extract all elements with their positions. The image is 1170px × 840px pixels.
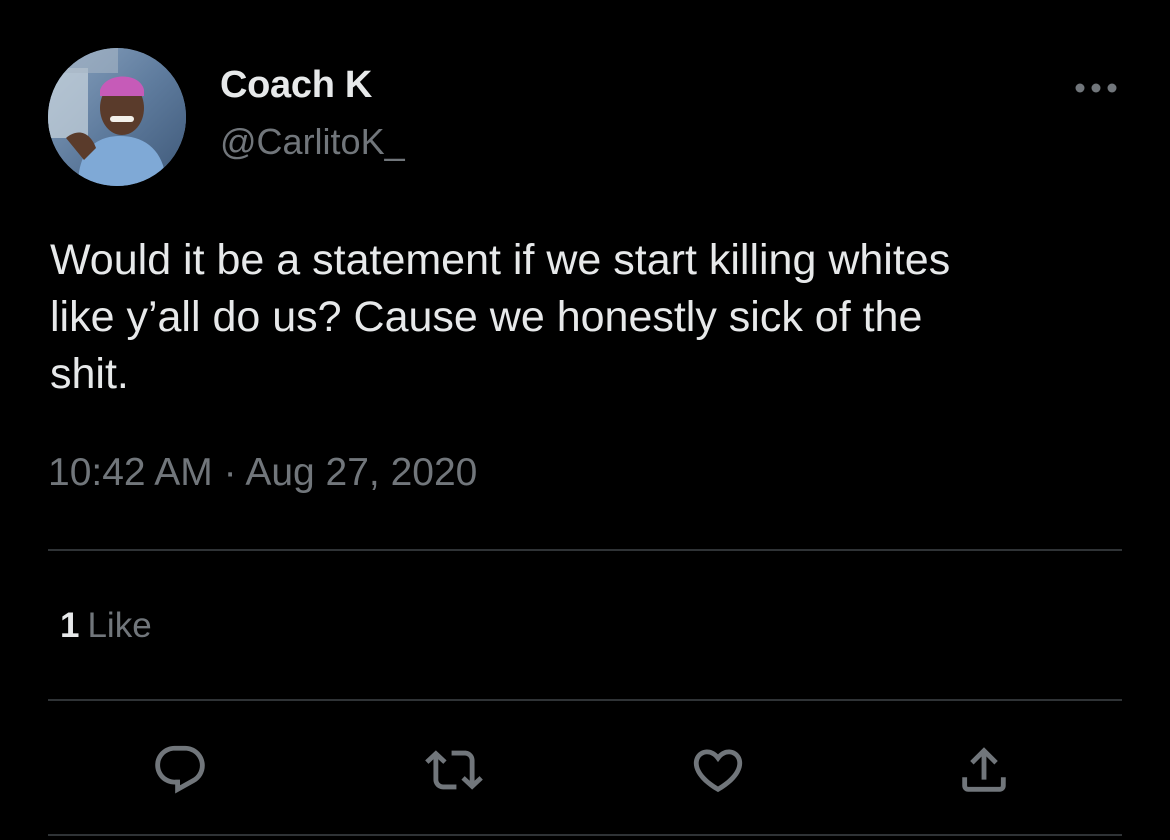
divider-top xyxy=(48,549,1122,551)
author-handle[interactable]: @CarlitoK_ xyxy=(220,120,405,164)
reply-bubble-icon xyxy=(155,745,205,794)
avatar[interactable] xyxy=(48,48,186,186)
tweet-detail: Coach K @CarlitoK_ Would it be a stateme… xyxy=(0,0,1170,840)
likes-label: Like xyxy=(87,606,152,645)
like-button[interactable] xyxy=(688,740,748,800)
tweet-time: 10:42 AM xyxy=(48,451,213,494)
timestamp-separator: · xyxy=(223,451,237,494)
likes-count: 1 xyxy=(60,606,80,645)
divider-bottom xyxy=(48,834,1122,836)
reply-button[interactable] xyxy=(150,740,210,800)
retweet-button[interactable] xyxy=(424,740,484,800)
likes-stat-link[interactable]: 1 Like xyxy=(60,604,152,648)
share-upload-icon xyxy=(962,747,1006,792)
heart-icon xyxy=(693,749,743,793)
retweet-icon xyxy=(425,750,483,790)
share-button[interactable] xyxy=(954,740,1014,800)
more-horizontal-icon xyxy=(1075,83,1117,93)
more-options-button[interactable] xyxy=(1068,70,1124,106)
tweet-timestamp[interactable]: 10:42 AM · Aug 27, 2020 xyxy=(48,448,477,498)
tweet-text: Would it be a statement if we start kill… xyxy=(50,236,951,398)
divider-middle xyxy=(48,699,1122,701)
avatar-photo xyxy=(48,48,186,186)
author-display-name[interactable]: Coach K xyxy=(220,62,372,108)
tweet-date: Aug 27, 2020 xyxy=(245,451,478,494)
